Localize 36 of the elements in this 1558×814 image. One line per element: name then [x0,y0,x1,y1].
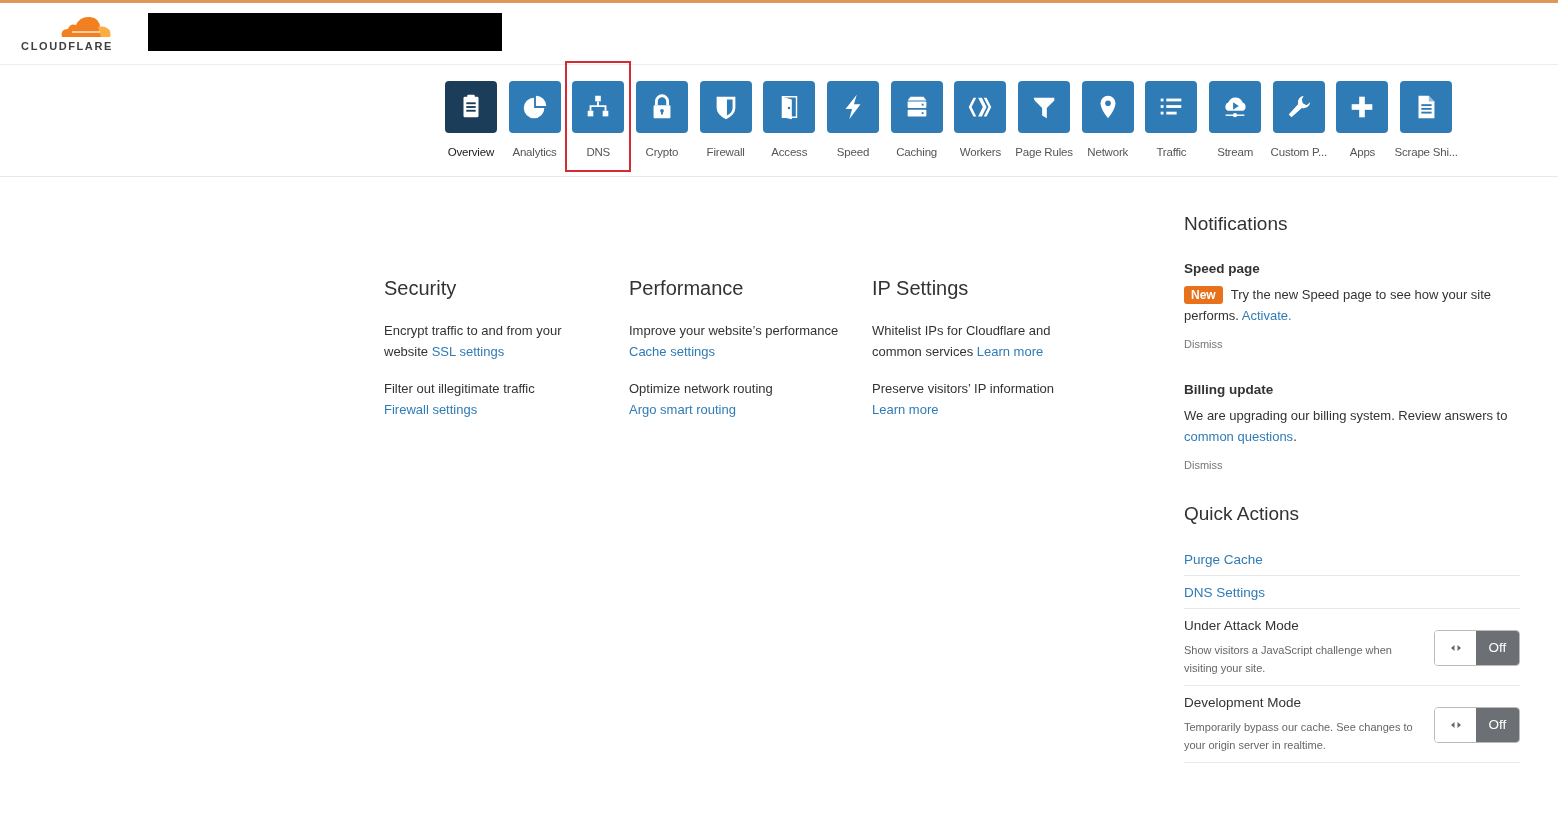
dismiss-link[interactable]: Dismiss [1184,459,1520,471]
section-heading: Performance [629,277,745,300]
section-heading: IP Settings [872,277,970,300]
notification-text: New Try the new Speed page to see how your site performs. Activate. [1184,285,1493,325]
section-description: Optimize network routing Argo smart routing [629,380,774,419]
toggle-switch[interactable]: Off [1434,629,1520,666]
notification-title: Billing update [1184,382,1275,397]
settings-link[interactable]: Cache settings [629,344,715,359]
notification-title: Speed page [1184,261,1261,276]
settings-link[interactable]: Argo smart routing [629,402,736,417]
setting-label: Development Mode [1184,695,1303,710]
setting-description: Temporarily bypass our cache. See changes to your origin server in realtime. [1184,720,1414,753]
quick-action-link[interactable]: DNS Settings [1184,585,1520,600]
logo-text[interactable]: CLOUDFLARE [21,40,113,52]
quick-action-link[interactable]: Purge Cache [1184,552,1520,567]
setting-description: Show visitors a JavaScript challenge when visiting your site. [1184,643,1393,676]
toggle-switch[interactable]: Off [1434,706,1520,743]
settings-link[interactable]: Learn more [976,344,1044,359]
section-description: Improve your website’s performance Cache settings [629,322,840,361]
new-badge: New [1184,286,1223,304]
quick-actions-heading: Quick Actions [1184,503,1301,525]
section-heading: Security [384,277,458,300]
section-description: Filter out illegitimate traffic Firewall settings [384,380,536,419]
dismiss-link[interactable]: Dismiss [1184,338,1520,350]
section-description: Whitelist IPs for Cloudflare and common services Learn more [872,322,1052,361]
section-description: Encrypt traffic to and from your website SSL settings [384,322,563,361]
settings-link[interactable]: Firewall settings [384,402,478,417]
section-description: Preserve visitors’ IP information Learn more [872,380,1056,419]
settings-link[interactable]: Learn more [872,402,939,417]
notification-link[interactable]: Activate. [1241,308,1292,323]
setting-label: Under Attack Mode [1184,618,1300,633]
arrows-icon [1450,644,1461,651]
notification-text: We are upgrading our billing system. Review answers to common questions. [1184,407,1509,446]
notifications-heading: Notifications [1184,213,1289,235]
settings-link[interactable]: SSL settings [431,344,505,359]
arrows-icon [1450,721,1461,728]
